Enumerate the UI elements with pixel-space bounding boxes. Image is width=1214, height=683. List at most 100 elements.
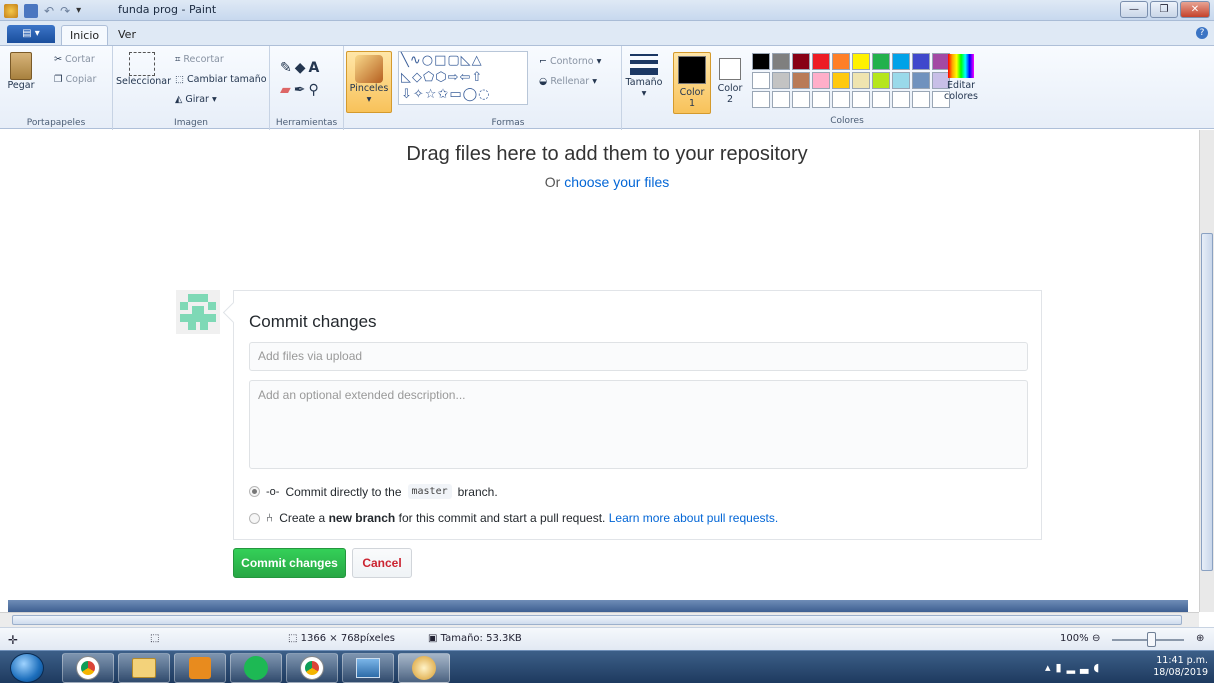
- palette-swatch[interactable]: [812, 72, 830, 89]
- scissors-icon: ✂: [54, 54, 65, 65]
- crop-label: Recortar: [183, 54, 224, 65]
- paint-app-icon[interactable]: [4, 3, 18, 18]
- taskbar-spotify[interactable]: [230, 653, 282, 683]
- customize-qat-icon[interactable]: ▾: [76, 5, 81, 16]
- taskbar-photos[interactable]: [342, 653, 394, 683]
- group-herramientas: ✎◆A ▰✒⚲ Herramientas: [270, 46, 344, 130]
- learn-more-link[interactable]: Learn more about pull requests.: [609, 511, 778, 525]
- signal-icon[interactable]: ▂▃: [1067, 661, 1094, 674]
- resize-button[interactable]: ⬚ Cambiar tamaño: [175, 74, 267, 85]
- custom-color-slot[interactable]: [812, 91, 830, 108]
- commit-changes-button[interactable]: Commit changes: [233, 548, 346, 578]
- color2-button[interactable]: Color 2: [713, 52, 747, 105]
- canvas-size-icon: ⬚: [288, 633, 301, 644]
- palette-swatch[interactable]: [752, 53, 770, 70]
- redo-icon[interactable]: ↷: [60, 4, 70, 18]
- group-label-formas: Formas: [491, 118, 525, 128]
- eraser-icon[interactable]: ▰: [280, 82, 294, 98]
- custom-color-slot[interactable]: [792, 91, 810, 108]
- tray-expand-icon[interactable]: ▴: [1045, 661, 1056, 674]
- magnifier-icon[interactable]: ⚲: [309, 82, 322, 98]
- palette-swatch[interactable]: [812, 53, 830, 70]
- brushes-button[interactable]: Pinceles ▾: [346, 51, 392, 113]
- palette-swatch[interactable]: [772, 72, 790, 89]
- palette-swatch[interactable]: [892, 72, 910, 89]
- zoom-out-icon[interactable]: ⊖: [1092, 633, 1100, 644]
- crop-button[interactable]: ⌗ Recortar: [175, 54, 224, 65]
- group-formas: ╲∿○□▢◺△ ◺◇⬠⬡⇨⇦⇧ ⇩✧☆✩▭◯◌ ⌐ Contorno ▾ ◒ Rel…: [395, 46, 622, 130]
- select-button[interactable]: Seleccionar: [116, 52, 171, 87]
- palette-swatch[interactable]: [772, 53, 790, 70]
- radio-commit-directly[interactable]: [249, 486, 260, 497]
- custom-color-slot[interactable]: [852, 91, 870, 108]
- palette-swatch[interactable]: [872, 72, 890, 89]
- color2-label: Color 2: [717, 83, 743, 105]
- custom-color-slot[interactable]: [772, 91, 790, 108]
- fill-label: Rellenar: [550, 76, 590, 87]
- custom-color-slot[interactable]: [912, 91, 930, 108]
- palette-swatch[interactable]: [792, 72, 810, 89]
- paste-button[interactable]: Pegar: [3, 52, 39, 91]
- text-icon[interactable]: A: [309, 60, 323, 76]
- undo-icon[interactable]: ↶: [44, 4, 54, 18]
- palette-swatch[interactable]: [832, 53, 850, 70]
- color1-button[interactable]: Color 1: [673, 52, 711, 114]
- opt2-text: Create a new branch for this commit and …: [279, 511, 778, 525]
- start-button[interactable]: [10, 653, 44, 683]
- palette-swatch[interactable]: [832, 72, 850, 89]
- palette-swatch[interactable]: [852, 72, 870, 89]
- network-icon[interactable]: ▮: [1056, 661, 1067, 674]
- volume-icon[interactable]: ◖: [1094, 661, 1105, 674]
- horizontal-scroll-thumb[interactable]: [12, 615, 1182, 625]
- palette-swatch[interactable]: [892, 53, 910, 70]
- commit-description-textarea[interactable]: Add an optional extended description...: [249, 380, 1028, 469]
- taskbar-chrome[interactable]: [62, 653, 114, 683]
- vertical-scroll-thumb[interactable]: [1201, 233, 1213, 571]
- rotate-button[interactable]: ◭ Girar ▾: [175, 94, 217, 105]
- custom-color-slot[interactable]: [872, 91, 890, 108]
- close-button[interactable]: ✕: [1180, 1, 1210, 18]
- taskbar-explorer[interactable]: [118, 653, 170, 683]
- shapes-gallery[interactable]: ╲∿○□▢◺△ ◺◇⬠⬡⇨⇦⇧ ⇩✧☆✩▭◯◌: [398, 51, 528, 105]
- edit-colors-button[interactable]: Editar colores: [940, 54, 982, 102]
- taskbar-paint[interactable]: [398, 653, 450, 683]
- palette-swatch[interactable]: [792, 53, 810, 70]
- size-button[interactable]: Tamaño ▾: [624, 52, 664, 99]
- horizontal-scrollbar[interactable]: [0, 612, 1199, 627]
- choose-files-link[interactable]: choose your files: [564, 174, 669, 190]
- file-menu-button[interactable]: ▤ ▾: [7, 25, 55, 43]
- taskbar-media-player[interactable]: [174, 653, 226, 683]
- radio-new-branch[interactable]: [249, 512, 260, 524]
- fill-button[interactable]: ◒ Rellenar ▾: [539, 76, 597, 87]
- copy-button[interactable]: ❐ Copiar: [54, 74, 96, 85]
- zoom-slider-thumb[interactable]: [1147, 632, 1156, 647]
- color-picker-icon[interactable]: ✒: [294, 82, 309, 98]
- outline-button[interactable]: ⌐ Contorno ▾: [539, 56, 601, 67]
- taskbar-chrome-2[interactable]: [286, 653, 338, 683]
- custom-color-slot[interactable]: [752, 91, 770, 108]
- commit-summary-input[interactable]: Add files via upload: [249, 342, 1028, 371]
- save-icon[interactable]: [24, 3, 38, 18]
- cut-button[interactable]: ✂ Cortar: [54, 54, 95, 65]
- zoom-in-icon[interactable]: ⊕: [1196, 633, 1204, 644]
- palette-swatch[interactable]: [912, 53, 930, 70]
- custom-color-slot[interactable]: [832, 91, 850, 108]
- pencil-icon[interactable]: ✎: [280, 60, 295, 76]
- maximize-button[interactable]: ❐: [1150, 1, 1178, 18]
- cancel-button[interactable]: Cancel: [352, 548, 412, 578]
- help-icon[interactable]: ?: [1196, 27, 1208, 39]
- tab-ver[interactable]: Ver: [110, 25, 144, 45]
- palette-swatch[interactable]: [872, 53, 890, 70]
- fill-icon[interactable]: ◆: [295, 60, 309, 76]
- custom-color-slot[interactable]: [892, 91, 910, 108]
- option-commit-directly[interactable]: -o- Commit directly to the master branch…: [249, 484, 498, 499]
- option-new-branch[interactable]: ⑃ Create a new branch for this commit an…: [249, 511, 778, 525]
- tab-inicio[interactable]: Inicio: [61, 25, 109, 45]
- minimize-button[interactable]: —: [1120, 1, 1148, 18]
- clock[interactable]: 11:41 p.m. 18/08/2019: [1153, 655, 1208, 679]
- palette-swatch[interactable]: [912, 72, 930, 89]
- vertical-scrollbar[interactable]: [1199, 130, 1214, 612]
- palette-swatch[interactable]: [852, 53, 870, 70]
- drag-files-subtitle: Or choose your files: [0, 174, 1214, 190]
- palette-swatch[interactable]: [752, 72, 770, 89]
